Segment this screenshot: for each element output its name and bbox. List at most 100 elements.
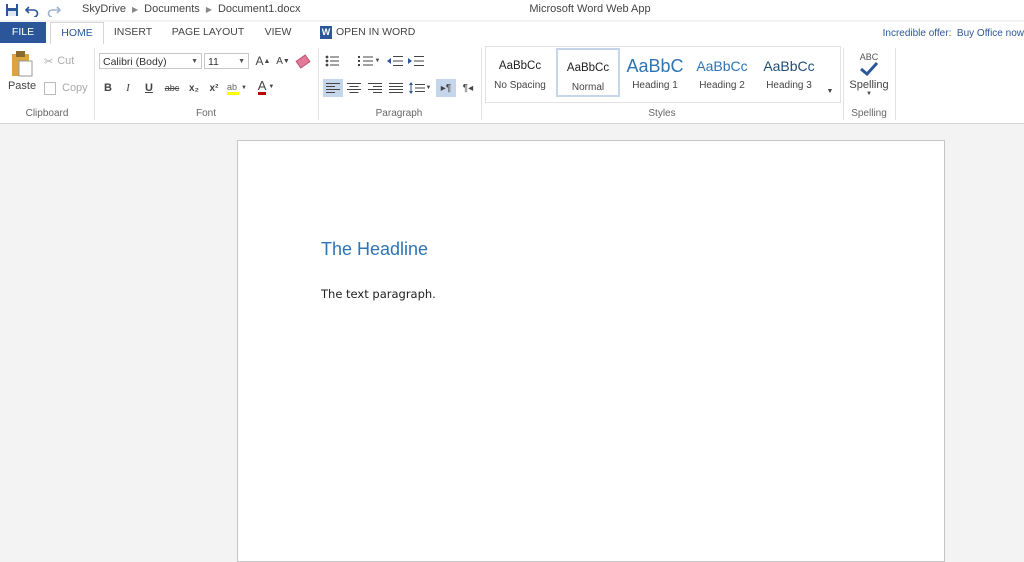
font-group-label: Font [195,108,216,119]
copy-icon [44,81,56,95]
style-heading-1[interactable]: AaBbC Heading 1 [623,48,687,97]
style-name: No Spacing [494,80,546,91]
document-headline[interactable]: The Headline [321,239,428,260]
divider [895,48,896,120]
breadcrumb-document[interactable]: Document1.docx [218,3,301,15]
offer-label: Incredible offer: [882,28,952,39]
style-sample: AaBbCc [498,60,542,72]
save-icon[interactable] [4,2,20,18]
highlighter-icon: ab [227,82,240,95]
tab-file[interactable]: FILE [0,22,46,43]
ribbon-tabs: FILE HOME INSERT PAGE LAYOUT VIEW W OPEN… [0,22,1024,45]
chevron-down-icon: ▼ [241,85,247,91]
arrow-up-icon: ▲ [263,57,271,65]
bullet-list-icon [325,55,339,67]
document-paragraph[interactable]: The text paragraph. [321,287,436,301]
highlight-button[interactable]: ab ▼ [226,80,248,96]
breadcrumb-documents[interactable]: Documents [144,3,200,15]
style-name: Heading 3 [766,80,812,91]
word-icon: W [320,26,332,39]
subscript-button[interactable]: x₂ [186,80,202,96]
tab-insert[interactable]: INSERT [108,22,158,43]
ltr-button[interactable]: ▸¶ [436,79,456,97]
indent-icon [408,56,424,66]
style-no-spacing[interactable]: AaBbCc No Spacing [488,48,552,97]
chevron-down-icon: ▼ [866,90,872,97]
document-page[interactable]: The Headline The text paragraph. [237,140,945,562]
copy-label: Copy [62,82,88,94]
checkmark-icon [860,61,879,76]
font-family-value: Calibri (Body) [103,56,167,68]
numbering-button[interactable]: ▼ [357,53,381,69]
title-bar: SkyDrive ▶ Documents ▶ Document1.docx Mi… [0,0,1024,20]
superscript-button[interactable]: x² [206,80,222,96]
cut-label: Cut [57,55,75,67]
outdent-icon [387,56,403,66]
paragraph-group-label: Paragraph [375,108,423,119]
copy-button[interactable]: Copy [44,80,88,96]
style-sample: AaBbCc [763,58,815,74]
grow-font-icon: A [255,54,264,68]
cut-button[interactable]: ✂ Cut [44,53,74,69]
ltr-icon: ▸¶ [440,82,452,94]
font-color-button[interactable]: A ▼ [254,78,278,96]
chevron-right-icon: ▶ [132,4,139,14]
grow-font-button[interactable]: A ▲ [255,53,271,69]
spelling-group-label: Spelling [851,108,887,119]
ribbon: Paste ✂ Cut Copy Clipboard Calibri (Body… [0,44,1024,124]
decrease-indent-button[interactable] [386,53,404,69]
undo-icon[interactable] [24,2,40,18]
numbered-list-icon [357,56,373,66]
tab-view[interactable]: VIEW [258,22,298,43]
justify-button[interactable] [387,79,405,97]
style-heading-3[interactable]: AaBbCc Heading 3 [757,48,821,97]
promo-offer: Incredible offer: Buy Office now [883,28,1024,39]
abc-label: ABC [859,51,879,62]
tab-home[interactable]: HOME [50,22,104,45]
align-right-button[interactable] [366,79,384,97]
italic-button[interactable]: I [121,80,135,96]
style-name: Normal [571,82,605,93]
font-size-value: 11 [208,56,219,68]
clipboard-group-label: Clipboard [25,108,69,119]
style-sample: AaBbCc [566,62,610,74]
chevron-right-icon: ▶ [205,4,212,14]
scissors-icon: ✂ [44,55,54,68]
font-color-icon: A [257,78,267,95]
font-family-select[interactable]: Calibri (Body) ▼ [99,53,202,69]
styles-more-button[interactable]: ▼ [824,84,836,98]
style-sample: AaBbCc [696,58,748,74]
spelling-label: Spelling [849,78,889,91]
tab-page-layout[interactable]: PAGE LAYOUT [166,22,250,43]
bold-button[interactable]: B [101,80,115,96]
spelling-button[interactable]: ABC Spelling ▼ [848,46,890,102]
align-left-button[interactable] [323,79,343,97]
chevron-down-icon: ▼ [425,85,432,91]
font-size-select[interactable]: 11 ▼ [204,53,249,69]
shrink-font-button[interactable]: A ▼ [275,53,291,69]
buy-office-link[interactable]: Buy Office now [957,28,1024,39]
increase-indent-button[interactable] [407,53,425,69]
paste-icon [12,51,33,77]
bullets-button[interactable] [324,53,344,69]
line-spacing-button[interactable]: ▼ [408,79,432,97]
open-in-word-label: OPEN IN WORD [336,26,416,38]
arrow-down-icon: ▼ [282,57,290,65]
chevron-down-icon: ▼ [268,84,275,90]
strikethrough-button[interactable]: abc [162,80,182,96]
breadcrumb: SkyDrive ▶ Documents ▶ Document1.docx [82,3,301,15]
rtl-button[interactable]: ¶◂ [458,79,478,97]
chevron-down-icon: ▼ [374,58,381,64]
underline-button[interactable]: U [142,80,156,96]
rtl-icon: ¶◂ [462,82,474,94]
redo-icon[interactable] [46,2,62,18]
clear-formatting-button[interactable] [295,53,311,69]
align-center-button[interactable] [345,79,363,97]
chevron-down-icon: ▼ [826,87,834,95]
align-left-icon [326,83,340,93]
paste-button[interactable]: Paste [8,48,36,94]
breadcrumb-skydrive[interactable]: SkyDrive [82,3,126,15]
style-normal[interactable]: AaBbCc Normal [556,48,620,97]
style-heading-2[interactable]: AaBbCc Heading 2 [690,48,754,97]
tab-open-in-word[interactable]: W OPEN IN WORD [312,22,416,43]
